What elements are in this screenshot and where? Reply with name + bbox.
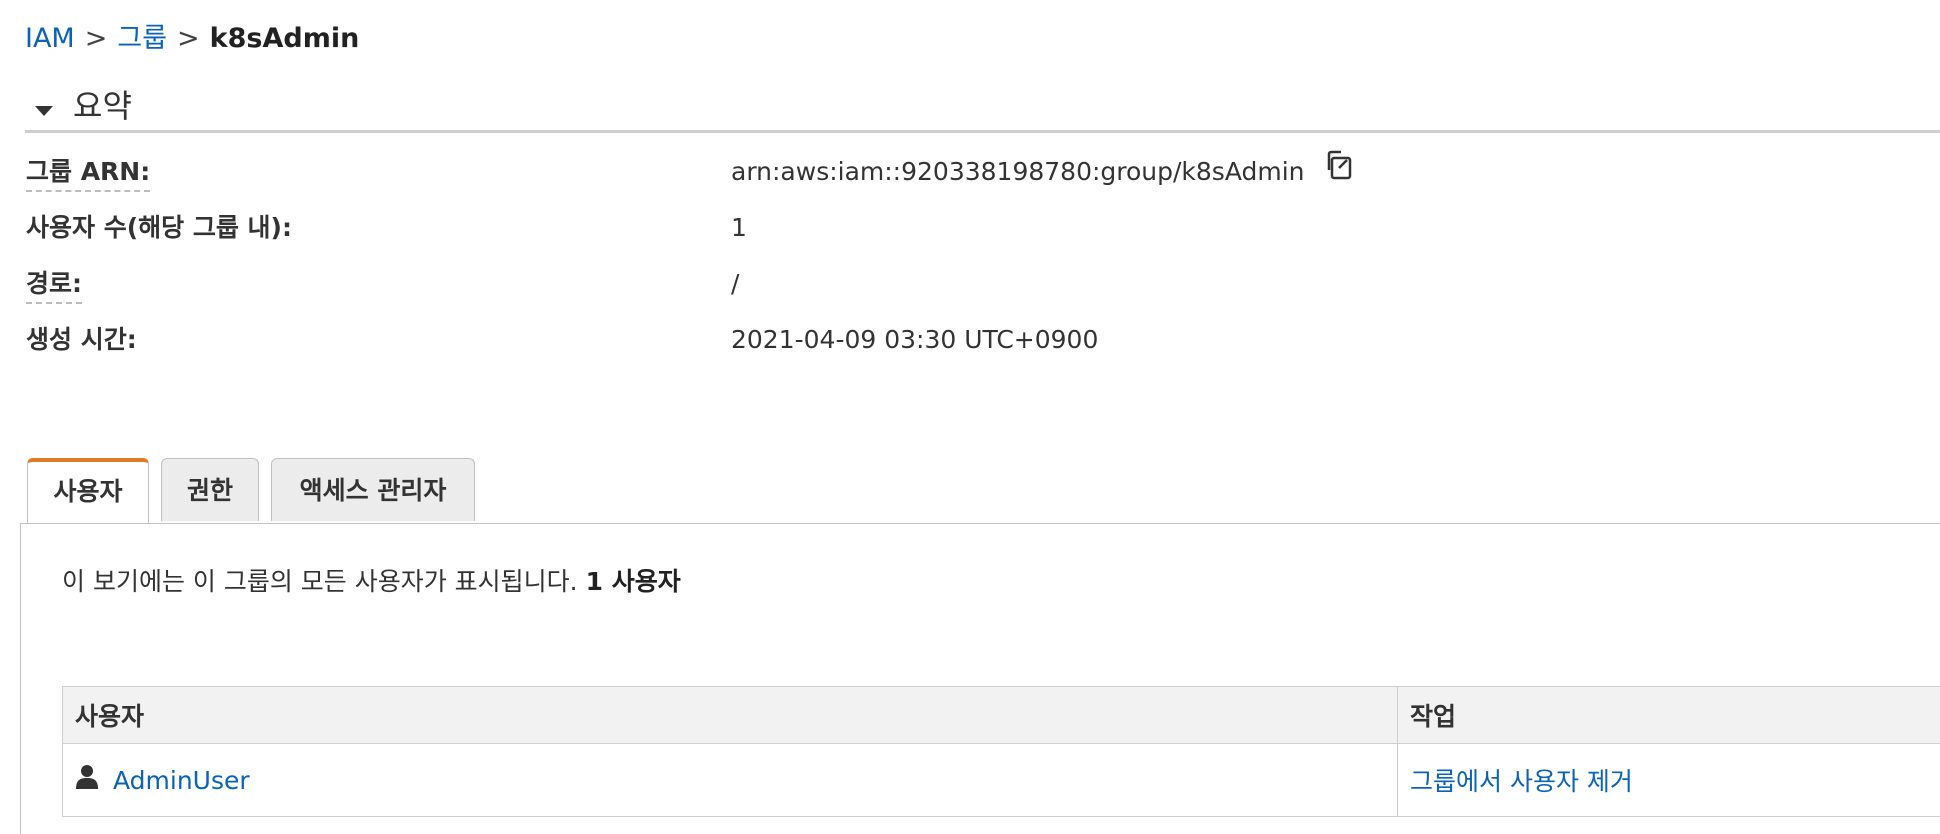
table-row: AdminUser 그룹에서 사용자 제거 [63,744,1940,817]
summary-row-arn: 그룹 ARN: arn:aws:iam::920338198780:group/… [26,154,1926,194]
column-header-user: 사용자 [63,687,1398,744]
summary-row-created: 생성 시간: 2021-04-09 03:30 UTC+0900 [26,322,1926,362]
breadcrumb-separator: > [177,23,200,54]
summary-row-user-count: 사용자 수(해당 그룹 내): 1 [26,210,1926,250]
action-cell: 그룹에서 사용자 제거 [1398,744,1940,817]
breadcrumb-current: k8sAdmin [210,23,360,54]
arn-text: arn:aws:iam::920338198780:group/k8sAdmin [731,157,1305,186]
column-header-actions: 작업 [1398,687,1940,744]
arn-label[interactable]: 그룹 ARN: [26,154,150,192]
user-icon [75,764,99,796]
description-text: 이 보기에는 이 그룹의 모든 사용자가 표시됩니다. [62,567,578,596]
remove-user-from-group-link[interactable]: 그룹에서 사용자 제거 [1410,767,1633,796]
user-link[interactable]: AdminUser [113,766,250,795]
tab-users[interactable]: 사용자 [27,458,149,524]
users-panel-description: 이 보기에는 이 그룹의 모든 사용자가 표시됩니다. 1 사용자 [62,564,681,600]
users-table: 사용자 작업 AdminUser 그룹에서 사용자 제거 [62,686,1940,817]
user-count-label: 사용자 수(해당 그룹 내): [26,210,292,246]
created-label: 생성 시간: [26,322,137,358]
path-value: / [731,266,739,302]
copy-icon[interactable] [1323,148,1357,192]
breadcrumb-separator: > [85,23,108,54]
created-value: 2021-04-09 03:30 UTC+0900 [731,322,1098,358]
breadcrumb: IAM > 그룹 > k8sAdmin [25,22,359,56]
table-header-row: 사용자 작업 [63,687,1940,744]
caret-down-icon[interactable] [35,106,53,116]
breadcrumb-groups-link[interactable]: 그룹 [117,23,167,54]
summary-title: 요약 [73,86,132,126]
summary-section-toggle[interactable]: 요약 [25,84,1940,133]
user-count-text: 1 사용자 [586,567,681,596]
user-count-value: 1 [731,210,747,246]
tab-permissions[interactable]: 권한 [161,458,259,521]
path-label[interactable]: 경로: [26,266,82,304]
arn-value: arn:aws:iam::920338198780:group/k8sAdmin [731,154,1357,192]
user-cell: AdminUser [63,744,1398,817]
breadcrumb-iam-link[interactable]: IAM [25,23,75,54]
summary-row-path: 경로: / [26,266,1926,306]
tab-access-advisor[interactable]: 액세스 관리자 [271,458,475,521]
